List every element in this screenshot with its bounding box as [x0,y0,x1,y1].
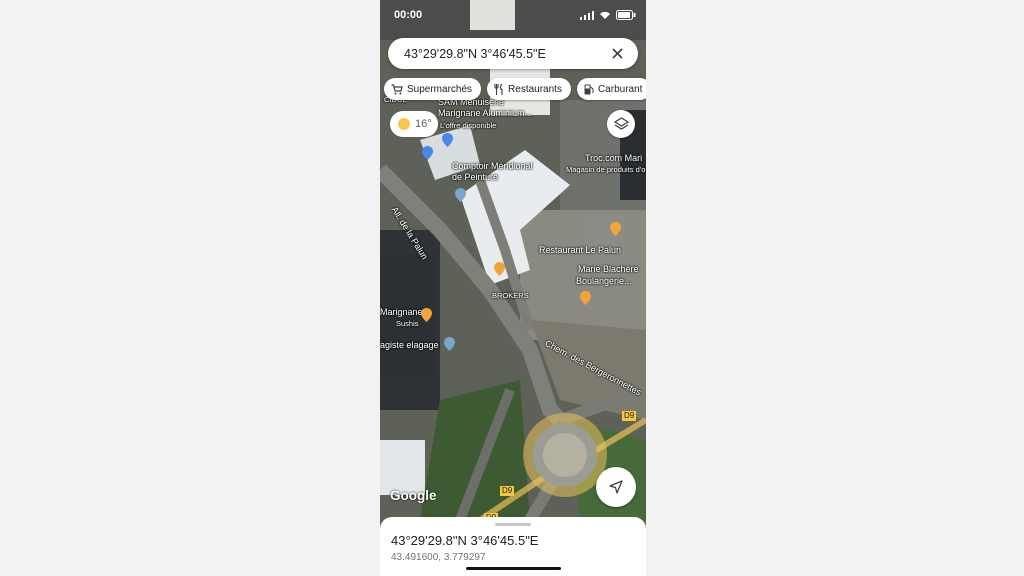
sun-icon [398,118,410,130]
chip-label: Restaurants [508,83,562,95]
restaurant-pin-icon[interactable] [494,262,505,276]
chip-label: Supermarchés [407,83,473,95]
chip-label: Carburant [597,83,643,95]
search-query[interactable]: 43°29'29.8"N 3°46'45.5"E [404,47,604,61]
status-time: 00:00 [394,9,423,21]
fork-knife-icon [494,83,503,95]
category-chips: Supermarchés Restaurants Carburant [384,78,646,100]
sheet-drag-handle[interactable] [495,523,531,526]
close-icon [611,48,623,59]
restaurant-pin-icon[interactable] [421,308,432,322]
map-label-restaurant-le-palun[interactable]: Restaurant Le Palun [539,245,621,255]
shop-pin-icon[interactable] [422,146,433,160]
place-pin-icon[interactable] [455,188,466,202]
map-label-sushis: Sushis [396,319,419,328]
cart-icon [391,83,403,94]
map-label-boulangerie: Boulangerie... [576,276,632,286]
shop-pin-icon[interactable] [442,133,453,147]
chip-supermarches[interactable]: Supermarchés [384,78,482,100]
chip-restaurants[interactable]: Restaurants [487,78,571,100]
clear-search-button[interactable] [604,41,630,67]
map-label-peinture[interactable]: de Peinture [452,172,498,182]
navigation-arrow-icon [609,480,623,494]
phone-screen: CIDUE SAM Menuiserie Marignane Aluminium… [380,0,646,576]
fuel-icon [584,84,594,94]
wifi-icon [600,11,610,19]
map-label-magasin: Magasin de produits d'o [566,165,646,174]
my-location-button[interactable] [596,467,636,507]
status-bar: 00:00 [394,7,636,23]
map-label-marignane[interactable]: Marignane [380,307,423,317]
place-title: 43°29'29.8"N 3°46'45.5"E [391,533,539,548]
road-shield-d9: D9 [500,486,515,496]
map-label-marignane-alu: Marignane Aluminium... [438,108,533,118]
map-label-marie-blachere[interactable]: Marie Blachère [578,264,639,274]
temperature: 16° [415,118,432,130]
road-shield-d9: D9 [622,411,637,421]
map-label-offre: L'offre disponible [440,121,497,130]
layers-button[interactable] [607,110,635,138]
map-label-troc[interactable]: Troc.com Mari [585,153,642,163]
layers-icon [613,117,629,130]
search-bar[interactable]: 43°29'29.8"N 3°46'45.5"E [388,38,638,69]
restaurant-pin-icon[interactable] [610,222,621,236]
signal-icon [580,10,594,20]
map-label-brokers[interactable]: BROKERS [492,291,529,301]
map-label-comptoir[interactable]: Comptoir Méridional [452,161,533,171]
map-label-elagage[interactable]: agiste elagage [380,340,439,350]
weather-badge[interactable]: 16° [390,111,438,137]
bakery-pin-icon[interactable] [580,291,591,305]
decimal-coordinates: 43.491600, 3.779297 [391,552,486,563]
bottom-sheet[interactable]: 43°29'29.8"N 3°46'45.5"E 43.491600, 3.77… [380,517,646,576]
google-logo: Google [390,488,437,503]
chip-carburant[interactable]: Carburant [576,78,646,100]
home-indicator[interactable] [466,567,561,570]
place-pin-icon[interactable] [444,337,455,351]
battery-icon [616,10,636,20]
